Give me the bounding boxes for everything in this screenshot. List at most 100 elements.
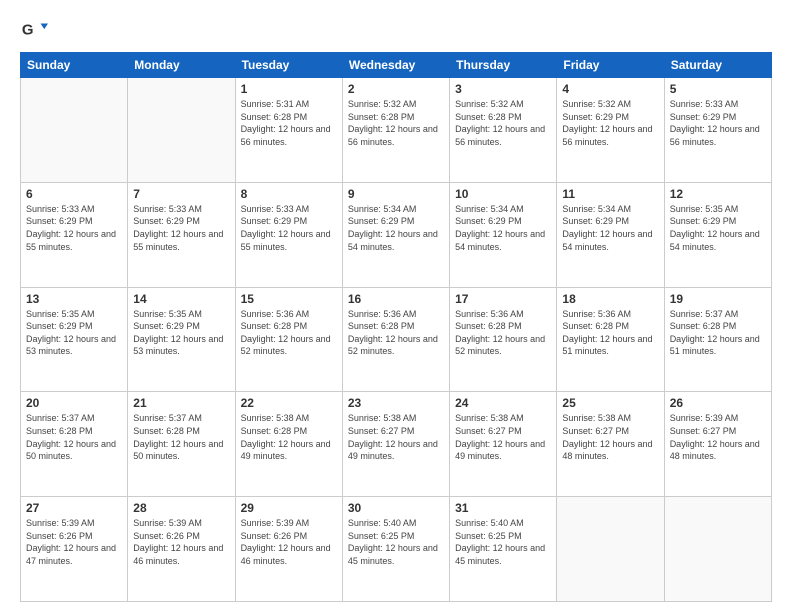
svg-text:G: G (22, 22, 34, 39)
calendar-cell: 15 Sunrise: 5:36 AMSunset: 6:28 PMDayligh… (235, 287, 342, 392)
day-info: Sunrise: 5:33 AMSunset: 6:29 PMDaylight:… (241, 203, 337, 253)
calendar-week-row: 13 Sunrise: 5:35 AMSunset: 6:29 PMDayligh… (21, 287, 772, 392)
day-number: 18 (562, 292, 658, 306)
calendar-cell: 25 Sunrise: 5:38 AMSunset: 6:27 PMDayligh… (557, 392, 664, 497)
weekday-header: Thursday (450, 53, 557, 78)
calendar-cell: 29Sunrise: 5:39 AMSunset: 6:26 PMDayligh… (235, 497, 342, 602)
day-number: 7 (133, 187, 229, 201)
calendar-cell: 30Sunrise: 5:40 AMSunset: 6:25 PMDayligh… (342, 497, 449, 602)
day-number: 11 (562, 187, 658, 201)
day-number: 25 (562, 396, 658, 410)
day-info: Sunrise: 5:31 AMSunset: 6:28 PMDaylight:… (241, 98, 337, 148)
calendar-cell: 5Sunrise: 5:33 AMSunset: 6:29 PMDaylight… (664, 78, 771, 183)
day-info: Sunrise: 5:38 AMSunset: 6:27 PMDaylight:… (455, 412, 551, 462)
calendar-cell: 8 Sunrise: 5:33 AMSunset: 6:29 PMDaylight… (235, 182, 342, 287)
calendar-cell: 4 Sunrise: 5:32 AMSunset: 6:29 PMDaylight… (557, 78, 664, 183)
day-info: Sunrise: 5:34 AMSunset: 6:29 PMDaylight:… (455, 203, 551, 253)
day-info: Sunrise: 5:35 AMSunset: 6:29 PMDaylight:… (26, 308, 122, 358)
day-info: Sunrise: 5:34 AMSunset: 6:29 PMDaylight:… (562, 203, 658, 253)
day-number: 19 (670, 292, 766, 306)
logo: G (20, 16, 52, 44)
day-info: Sunrise: 5:39 AMSunset: 6:26 PMDaylight:… (133, 517, 229, 567)
calendar-cell: 21Sunrise: 5:37 AMSunset: 6:28 PMDayligh… (128, 392, 235, 497)
calendar-cell: 19 Sunrise: 5:37 AMSunset: 6:28 PMDayligh… (664, 287, 771, 392)
day-info: Sunrise: 5:32 AMSunset: 6:28 PMDaylight:… (348, 98, 444, 148)
logo-icon: G (20, 16, 48, 44)
day-info: Sunrise: 5:33 AMSunset: 6:29 PMDaylight:… (26, 203, 122, 253)
weekday-header: Sunday (21, 53, 128, 78)
day-number: 15 (241, 292, 337, 306)
calendar-cell (664, 497, 771, 602)
day-number: 22 (241, 396, 337, 410)
day-number: 2 (348, 82, 444, 96)
day-number: 24 (455, 396, 551, 410)
day-number: 17 (455, 292, 551, 306)
day-number: 23 (348, 396, 444, 410)
calendar-cell: 27 Sunrise: 5:39 AMSunset: 6:26 PMDayligh… (21, 497, 128, 602)
calendar-cell: 3Sunrise: 5:32 AMSunset: 6:28 PMDaylight… (450, 78, 557, 183)
day-info: Sunrise: 5:40 AMSunset: 6:25 PMDaylight:… (348, 517, 444, 567)
day-number: 1 (241, 82, 337, 96)
day-info: Sunrise: 5:37 AMSunset: 6:28 PMDaylight:… (26, 412, 122, 462)
weekday-header: Wednesday (342, 53, 449, 78)
day-info: Sunrise: 5:32 AMSunset: 6:29 PMDaylight:… (562, 98, 658, 148)
calendar-cell: 11 Sunrise: 5:34 AMSunset: 6:29 PMDayligh… (557, 182, 664, 287)
day-number: 8 (241, 187, 337, 201)
day-number: 4 (562, 82, 658, 96)
day-info: Sunrise: 5:33 AMSunset: 6:29 PMDaylight:… (133, 203, 229, 253)
day-info: Sunrise: 5:37 AMSunset: 6:28 PMDaylight:… (133, 412, 229, 462)
day-info: Sunrise: 5:35 AMSunset: 6:29 PMDaylight:… (133, 308, 229, 358)
calendar-header-row: SundayMondayTuesdayWednesdayThursdayFrid… (21, 53, 772, 78)
day-info: Sunrise: 5:39 AMSunset: 6:26 PMDaylight:… (26, 517, 122, 567)
day-number: 16 (348, 292, 444, 306)
calendar-cell: 10 Sunrise: 5:34 AMSunset: 6:29 PMDayligh… (450, 182, 557, 287)
calendar-cell: 24 Sunrise: 5:38 AMSunset: 6:27 PMDayligh… (450, 392, 557, 497)
calendar-cell: 7 Sunrise: 5:33 AMSunset: 6:29 PMDaylight… (128, 182, 235, 287)
calendar-cell: 22 Sunrise: 5:38 AMSunset: 6:28 PMDayligh… (235, 392, 342, 497)
day-number: 5 (670, 82, 766, 96)
weekday-header: Monday (128, 53, 235, 78)
calendar-cell: 6Sunrise: 5:33 AMSunset: 6:29 PMDaylight… (21, 182, 128, 287)
calendar-week-row: 27 Sunrise: 5:39 AMSunset: 6:26 PMDayligh… (21, 497, 772, 602)
day-info: Sunrise: 5:36 AMSunset: 6:28 PMDaylight:… (241, 308, 337, 358)
day-info: Sunrise: 5:39 AMSunset: 6:26 PMDaylight:… (241, 517, 337, 567)
calendar-cell: 13 Sunrise: 5:35 AMSunset: 6:29 PMDayligh… (21, 287, 128, 392)
day-number: 12 (670, 187, 766, 201)
calendar-cell: 1 Sunrise: 5:31 AMSunset: 6:28 PMDaylight… (235, 78, 342, 183)
day-number: 9 (348, 187, 444, 201)
weekday-header: Saturday (664, 53, 771, 78)
calendar-cell: 16 Sunrise: 5:36 AMSunset: 6:28 PMDayligh… (342, 287, 449, 392)
day-number: 27 (26, 501, 122, 515)
calendar-cell: 17 Sunrise: 5:36 AMSunset: 6:28 PMDayligh… (450, 287, 557, 392)
day-info: Sunrise: 5:39 AMSunset: 6:27 PMDaylight:… (670, 412, 766, 462)
weekday-header: Friday (557, 53, 664, 78)
day-number: 20 (26, 396, 122, 410)
calendar-cell (128, 78, 235, 183)
weekday-header: Tuesday (235, 53, 342, 78)
calendar-table: SundayMondayTuesdayWednesdayThursdayFrid… (20, 52, 772, 602)
day-info: Sunrise: 5:36 AMSunset: 6:28 PMDaylight:… (455, 308, 551, 358)
calendar-cell (557, 497, 664, 602)
day-info: Sunrise: 5:32 AMSunset: 6:28 PMDaylight:… (455, 98, 551, 148)
day-number: 31 (455, 501, 551, 515)
calendar-cell (21, 78, 128, 183)
calendar-cell: 28Sunrise: 5:39 AMSunset: 6:26 PMDayligh… (128, 497, 235, 602)
day-number: 13 (26, 292, 122, 306)
day-info: Sunrise: 5:38 AMSunset: 6:28 PMDaylight:… (241, 412, 337, 462)
header: G (20, 16, 772, 44)
day-info: Sunrise: 5:34 AMSunset: 6:29 PMDaylight:… (348, 203, 444, 253)
day-info: Sunrise: 5:36 AMSunset: 6:28 PMDaylight:… (562, 308, 658, 358)
day-info: Sunrise: 5:37 AMSunset: 6:28 PMDaylight:… (670, 308, 766, 358)
calendar-cell: 9 Sunrise: 5:34 AMSunset: 6:29 PMDaylight… (342, 182, 449, 287)
day-number: 10 (455, 187, 551, 201)
day-info: Sunrise: 5:36 AMSunset: 6:28 PMDaylight:… (348, 308, 444, 358)
calendar-cell: 20 Sunrise: 5:37 AMSunset: 6:28 PMDayligh… (21, 392, 128, 497)
calendar-week-row: 6Sunrise: 5:33 AMSunset: 6:29 PMDaylight… (21, 182, 772, 287)
calendar-cell: 12 Sunrise: 5:35 AMSunset: 6:29 PMDayligh… (664, 182, 771, 287)
day-number: 14 (133, 292, 229, 306)
day-info: Sunrise: 5:38 AMSunset: 6:27 PMDaylight:… (562, 412, 658, 462)
calendar-week-row: 20 Sunrise: 5:37 AMSunset: 6:28 PMDayligh… (21, 392, 772, 497)
day-info: Sunrise: 5:38 AMSunset: 6:27 PMDaylight:… (348, 412, 444, 462)
day-info: Sunrise: 5:35 AMSunset: 6:29 PMDaylight:… (670, 203, 766, 253)
page: G SundayMondayTuesdayWednesdayThursdayFr… (0, 0, 792, 612)
